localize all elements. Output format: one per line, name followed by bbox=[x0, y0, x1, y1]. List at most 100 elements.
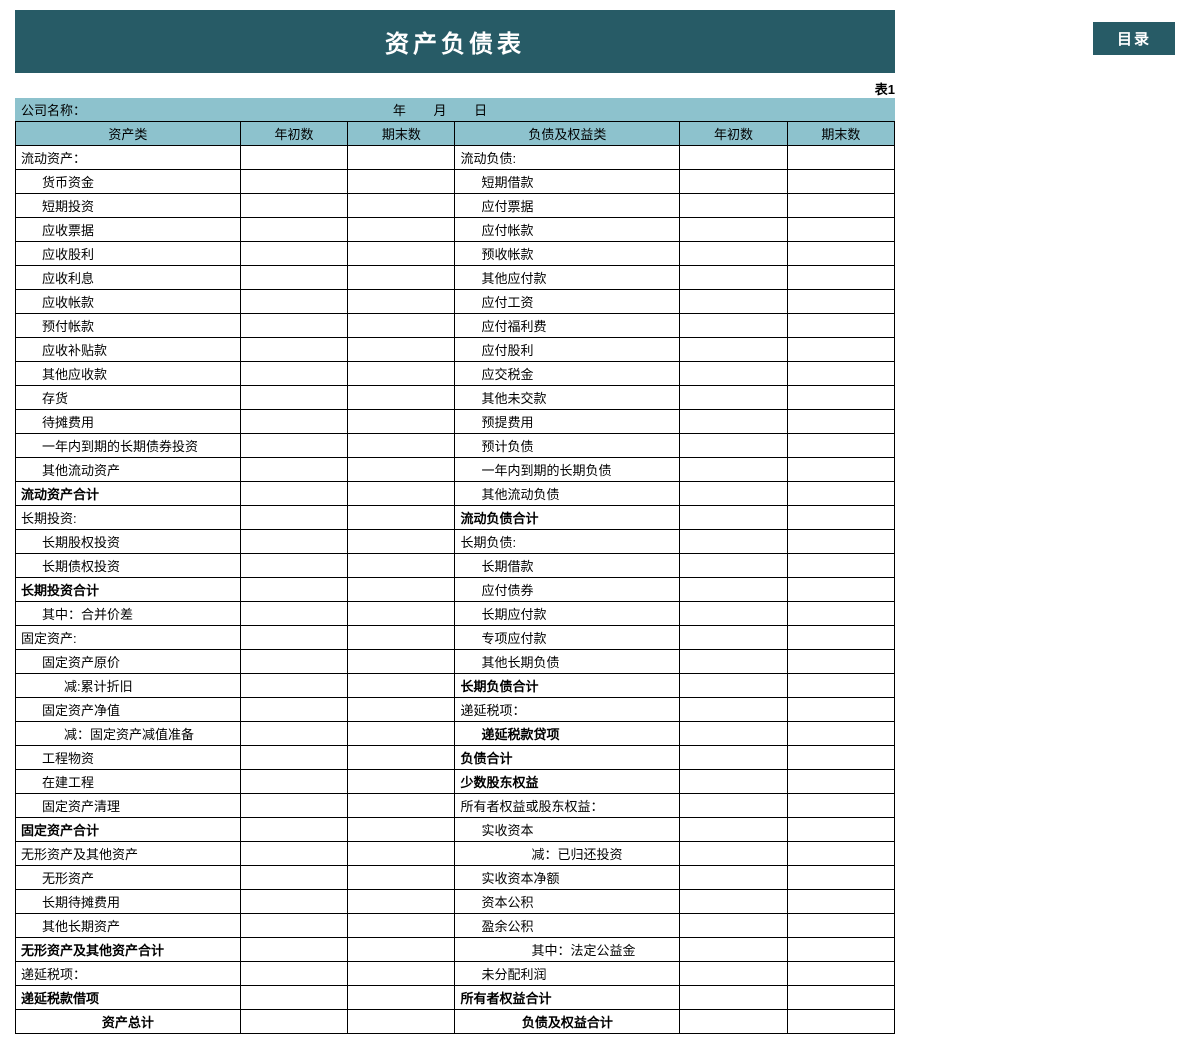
liab-end[interactable] bbox=[787, 1010, 894, 1034]
asset-end[interactable] bbox=[348, 794, 455, 818]
liab-begin[interactable] bbox=[680, 362, 787, 386]
asset-begin[interactable] bbox=[240, 818, 347, 842]
liab-end[interactable] bbox=[787, 578, 894, 602]
asset-end[interactable] bbox=[348, 266, 455, 290]
liab-end[interactable] bbox=[787, 338, 894, 362]
liab-begin[interactable] bbox=[680, 170, 787, 194]
asset-end[interactable] bbox=[348, 530, 455, 554]
asset-end[interactable] bbox=[348, 386, 455, 410]
asset-begin[interactable] bbox=[240, 986, 347, 1010]
liab-begin[interactable] bbox=[680, 1010, 787, 1034]
asset-end[interactable] bbox=[348, 1010, 455, 1034]
asset-begin[interactable] bbox=[240, 962, 347, 986]
liab-begin[interactable] bbox=[680, 602, 787, 626]
asset-begin[interactable] bbox=[240, 602, 347, 626]
asset-end[interactable] bbox=[348, 746, 455, 770]
liab-begin[interactable] bbox=[680, 626, 787, 650]
asset-end[interactable] bbox=[348, 962, 455, 986]
liab-begin[interactable] bbox=[680, 890, 787, 914]
liab-end[interactable] bbox=[787, 818, 894, 842]
liab-end[interactable] bbox=[787, 506, 894, 530]
asset-end[interactable] bbox=[348, 218, 455, 242]
liab-end[interactable] bbox=[787, 746, 894, 770]
asset-begin[interactable] bbox=[240, 506, 347, 530]
asset-end[interactable] bbox=[348, 170, 455, 194]
asset-begin[interactable] bbox=[240, 242, 347, 266]
asset-begin[interactable] bbox=[240, 770, 347, 794]
liab-begin[interactable] bbox=[680, 338, 787, 362]
liab-begin[interactable] bbox=[680, 242, 787, 266]
asset-end[interactable] bbox=[348, 650, 455, 674]
asset-begin[interactable] bbox=[240, 290, 347, 314]
liab-end[interactable] bbox=[787, 362, 894, 386]
liab-end[interactable] bbox=[787, 650, 894, 674]
asset-end[interactable] bbox=[348, 602, 455, 626]
asset-end[interactable] bbox=[348, 770, 455, 794]
liab-end[interactable] bbox=[787, 794, 894, 818]
asset-end[interactable] bbox=[348, 578, 455, 602]
liab-end[interactable] bbox=[787, 770, 894, 794]
asset-end[interactable] bbox=[348, 314, 455, 338]
liab-end[interactable] bbox=[787, 218, 894, 242]
asset-begin[interactable] bbox=[240, 170, 347, 194]
asset-end[interactable] bbox=[348, 842, 455, 866]
liab-begin[interactable] bbox=[680, 962, 787, 986]
liab-begin[interactable] bbox=[680, 818, 787, 842]
liab-begin[interactable] bbox=[680, 506, 787, 530]
asset-begin[interactable] bbox=[240, 554, 347, 578]
asset-begin[interactable] bbox=[240, 530, 347, 554]
asset-end[interactable] bbox=[348, 554, 455, 578]
liab-begin[interactable] bbox=[680, 698, 787, 722]
liab-begin[interactable] bbox=[680, 458, 787, 482]
liab-begin[interactable] bbox=[680, 530, 787, 554]
asset-begin[interactable] bbox=[240, 194, 347, 218]
liab-end[interactable] bbox=[787, 386, 894, 410]
liab-end[interactable] bbox=[787, 890, 894, 914]
liab-end[interactable] bbox=[787, 242, 894, 266]
liab-begin[interactable] bbox=[680, 482, 787, 506]
asset-begin[interactable] bbox=[240, 650, 347, 674]
liab-end[interactable] bbox=[787, 674, 894, 698]
asset-begin[interactable] bbox=[240, 482, 347, 506]
liab-end[interactable] bbox=[787, 482, 894, 506]
liab-end[interactable] bbox=[787, 458, 894, 482]
asset-end[interactable] bbox=[348, 434, 455, 458]
liab-end[interactable] bbox=[787, 554, 894, 578]
asset-begin[interactable] bbox=[240, 674, 347, 698]
liab-end[interactable] bbox=[787, 434, 894, 458]
liab-begin[interactable] bbox=[680, 746, 787, 770]
liab-end[interactable] bbox=[787, 146, 894, 170]
asset-begin[interactable] bbox=[240, 698, 347, 722]
liab-begin[interactable] bbox=[680, 290, 787, 314]
asset-end[interactable] bbox=[348, 290, 455, 314]
liab-begin[interactable] bbox=[680, 578, 787, 602]
asset-begin[interactable] bbox=[240, 890, 347, 914]
liab-begin[interactable] bbox=[680, 938, 787, 962]
asset-end[interactable] bbox=[348, 626, 455, 650]
liab-begin[interactable] bbox=[680, 386, 787, 410]
asset-begin[interactable] bbox=[240, 794, 347, 818]
liab-end[interactable] bbox=[787, 410, 894, 434]
asset-begin[interactable] bbox=[240, 626, 347, 650]
liab-end[interactable] bbox=[787, 194, 894, 218]
liab-end[interactable] bbox=[787, 314, 894, 338]
liab-begin[interactable] bbox=[680, 674, 787, 698]
asset-end[interactable] bbox=[348, 722, 455, 746]
liab-begin[interactable] bbox=[680, 914, 787, 938]
asset-end[interactable] bbox=[348, 890, 455, 914]
liab-begin[interactable] bbox=[680, 842, 787, 866]
liab-end[interactable] bbox=[787, 842, 894, 866]
liab-end[interactable] bbox=[787, 722, 894, 746]
liab-begin[interactable] bbox=[680, 794, 787, 818]
asset-begin[interactable] bbox=[240, 722, 347, 746]
asset-end[interactable] bbox=[348, 818, 455, 842]
asset-begin[interactable] bbox=[240, 434, 347, 458]
asset-begin[interactable] bbox=[240, 218, 347, 242]
liab-begin[interactable] bbox=[680, 722, 787, 746]
liab-end[interactable] bbox=[787, 530, 894, 554]
liab-end[interactable] bbox=[787, 290, 894, 314]
liab-end[interactable] bbox=[787, 938, 894, 962]
asset-begin[interactable] bbox=[240, 866, 347, 890]
asset-begin[interactable] bbox=[240, 362, 347, 386]
asset-begin[interactable] bbox=[240, 314, 347, 338]
